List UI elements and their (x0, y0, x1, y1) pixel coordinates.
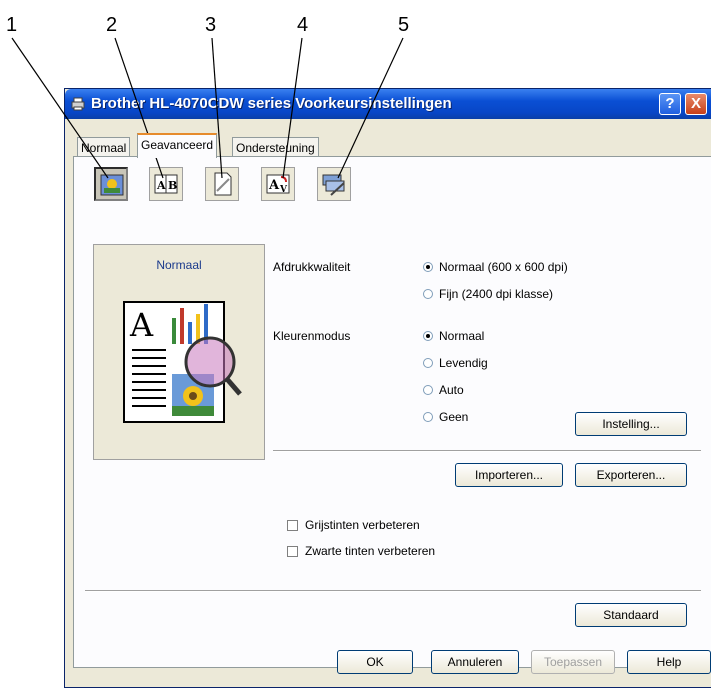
callout-lines (11, 37, 404, 179)
callout-line-5 (337, 37, 404, 179)
tab-geavanceerd[interactable]: Geavanceerd (137, 133, 218, 158)
callout-line-1 (11, 37, 109, 179)
callout-line-4 (282, 37, 303, 179)
